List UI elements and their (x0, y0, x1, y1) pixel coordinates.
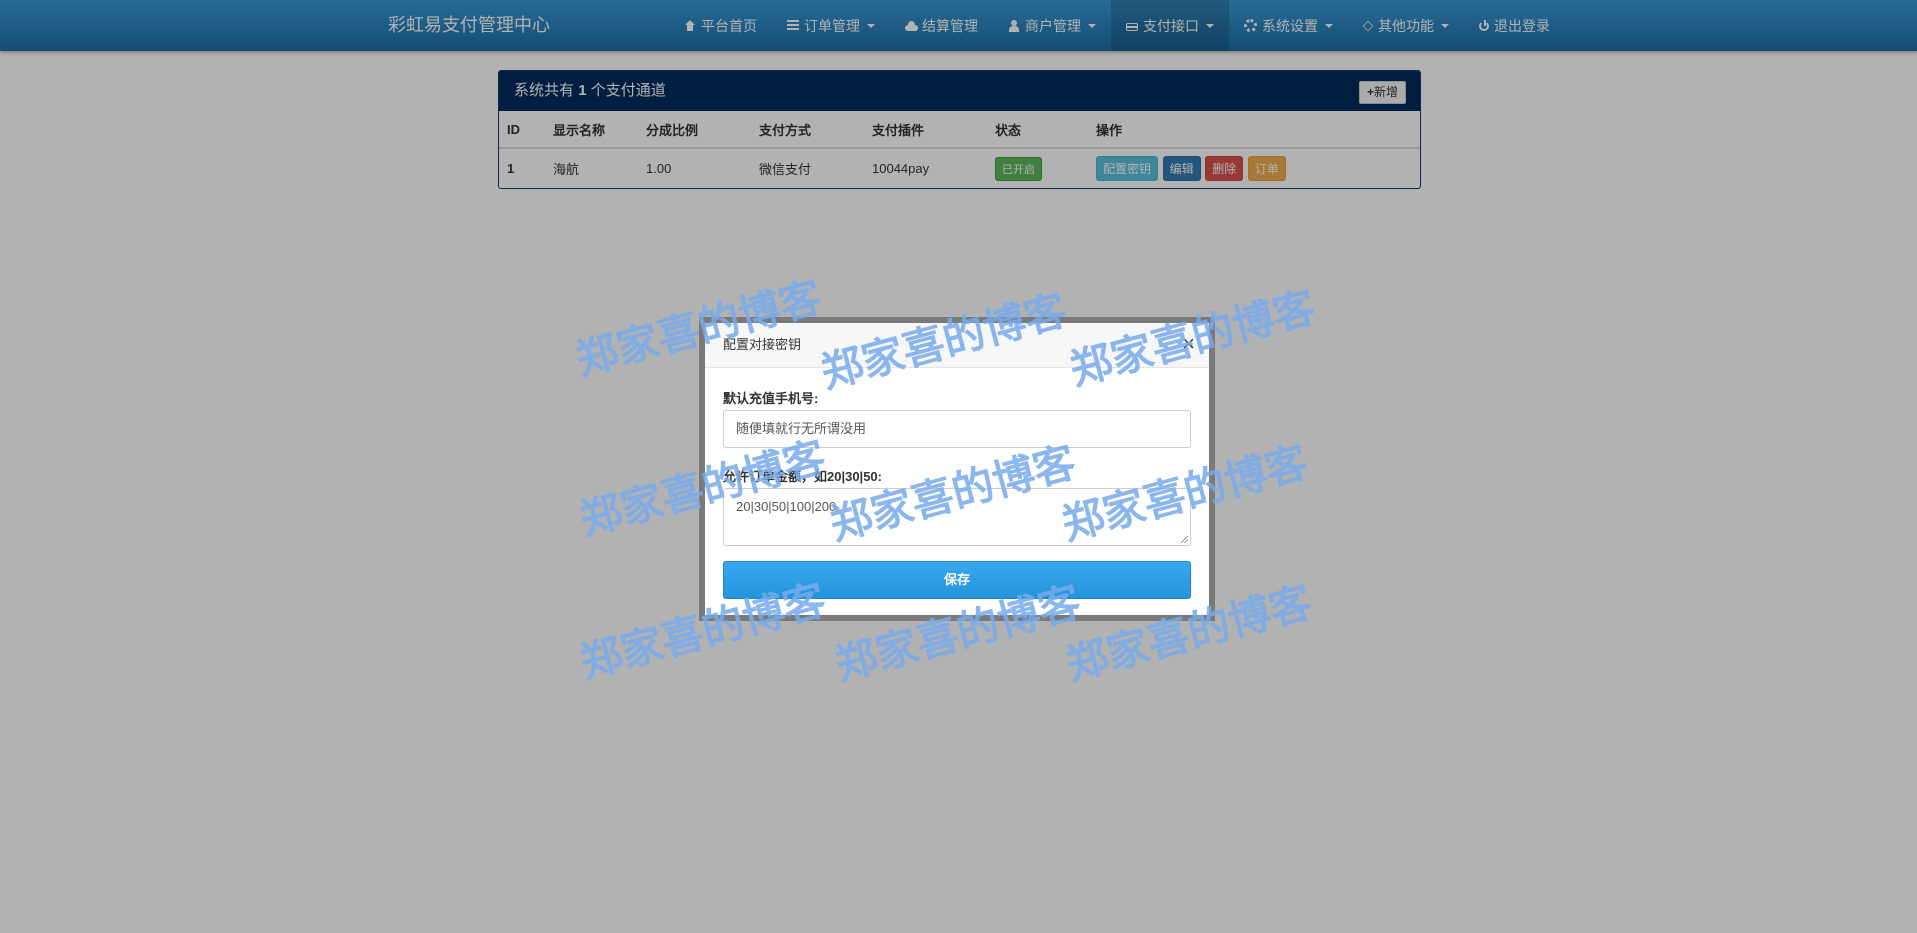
modal-title: 配置对接密钥 (723, 337, 802, 352)
amount-textarea[interactable]: 20|30|50|100|200 (723, 488, 1191, 546)
configure-key-modal: 配置对接密钥 × 默认充值手机号: 随便填就行无所谓没用 允许订单金额，如20|… (699, 317, 1215, 621)
amount-label: 允许订单金额，如20|30|50: (723, 469, 882, 484)
resize-handle-icon[interactable] (1181, 536, 1188, 543)
modal-header: 配置对接密钥 × (705, 323, 1209, 368)
phone-label: 默认充值手机号: (723, 391, 819, 406)
amount-value: 20|30|50|100|200 (736, 499, 837, 514)
modal-body: 默认充值手机号: 随便填就行无所谓没用 允许订单金额，如20|30|50: 20… (705, 388, 1209, 599)
close-icon[interactable]: × (1182, 331, 1195, 357)
phone-input[interactable]: 随便填就行无所谓没用 (723, 410, 1191, 448)
save-button[interactable]: 保存 (723, 561, 1191, 599)
